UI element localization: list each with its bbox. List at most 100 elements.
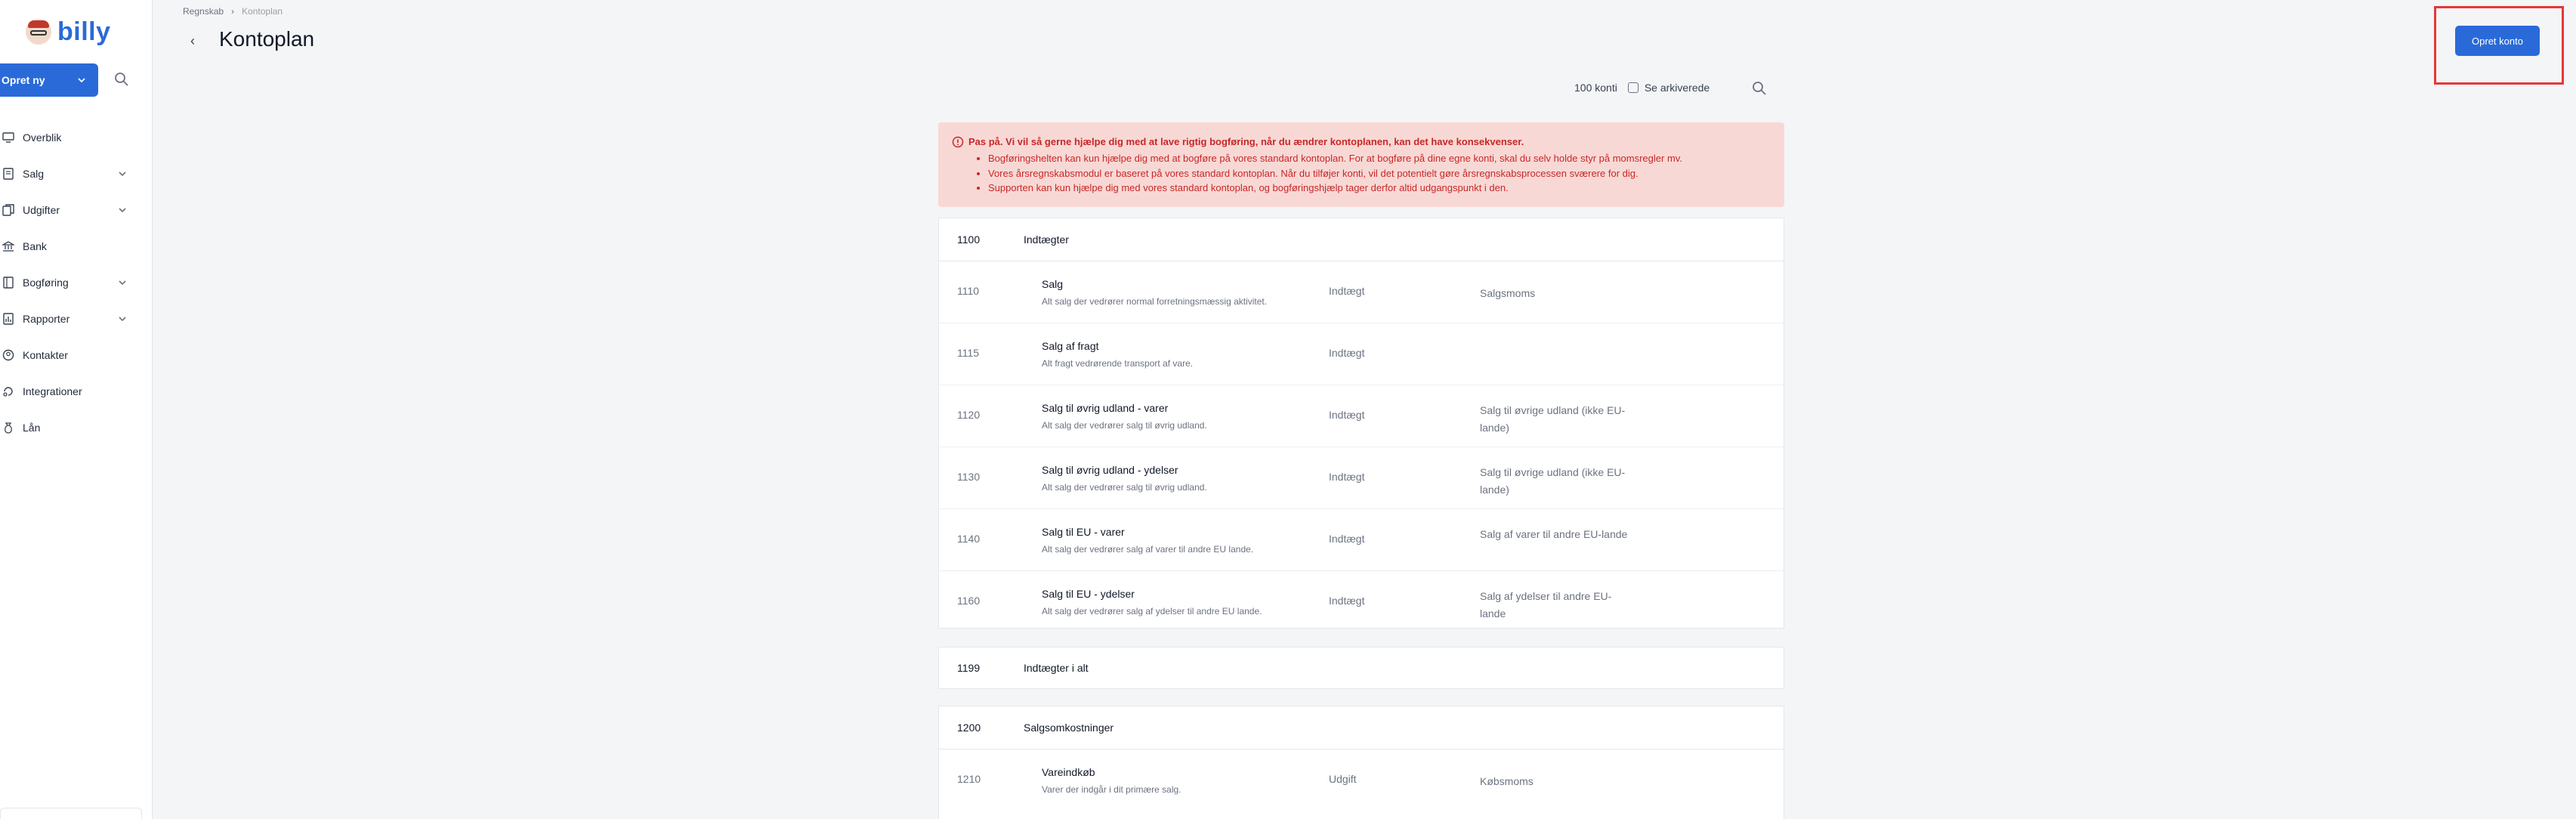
account-vat: Salg til øvrige udland (ikke EU-lande)	[1480, 404, 1626, 434]
chevron-down-icon	[119, 317, 126, 322]
sidebar-item-bogforing[interactable]: Bogføring	[0, 264, 153, 301]
loan-icon	[2, 421, 15, 434]
account-count: 100 konti	[1574, 82, 1617, 94]
sidebar-item-label: Rapporter	[23, 313, 70, 325]
search-icon[interactable]	[113, 71, 130, 88]
back-arrow-icon[interactable]: ‹	[190, 33, 195, 49]
group-name: Salgsomkostninger	[1024, 722, 1114, 734]
account-name: Salg til øvrig udland - varer	[1042, 402, 1169, 414]
table-row[interactable]: 1140 Salg til EU - varer Alt salg der ve…	[939, 509, 1784, 571]
group-header[interactable]: 1200 Salgsomkostninger	[939, 706, 1784, 749]
table-row[interactable]: 1160 Salg til EU - ydelser Alt salg der …	[939, 571, 1784, 632]
sidebar-item-salg[interactable]: Salg	[0, 156, 153, 192]
account-description: Alt salg der vedrører salg til øvrig udl…	[1042, 420, 1207, 431]
account-name: Salg til EU - ydelser	[1042, 588, 1135, 600]
account-description: Alt salg der vedrører normal forretnings…	[1042, 296, 1268, 307]
account-number: 1115	[957, 347, 980, 359]
breadcrumb-item-regnskab[interactable]: Regnskab	[183, 6, 224, 17]
sidebar-item-rapporter[interactable]: Rapporter	[0, 301, 153, 337]
account-vat: Salg af ydelser til andre EU-lande	[1480, 590, 1612, 620]
account-description: Alt salg der vedrører salg af ydelser ti…	[1042, 606, 1262, 617]
sidebar-item-label: Lån	[23, 422, 41, 434]
logo-text: billy	[57, 17, 111, 46]
account-vat: Salg af varer til andre EU-lande	[1480, 528, 1628, 540]
sidebar-item-label: Bogføring	[23, 277, 69, 289]
sidebar-item-bank[interactable]: Bank	[0, 228, 153, 264]
account-type: Indtægt	[1329, 347, 1365, 359]
sidebar-item-label: Bank	[23, 240, 47, 252]
report-icon	[2, 312, 15, 326]
group-name: Indtægter	[1024, 233, 1069, 246]
create-new-label: Opret ny	[2, 74, 45, 86]
account-type: Indtægt	[1329, 409, 1365, 421]
bank-icon	[2, 240, 15, 253]
sidebar-item-integrationer[interactable]: Integrationer	[0, 373, 153, 410]
account-description: Alt salg der vedrører salg til øvrig udl…	[1042, 482, 1207, 493]
ledger-icon	[2, 276, 15, 289]
highlight-annotation	[2434, 6, 2564, 85]
list-toolbar: 100 konti Se arkiverede	[1574, 82, 1710, 94]
account-type: Indtægt	[1329, 595, 1365, 607]
account-vat: Salg til øvrige udland (ikke EU-lande)	[1480, 466, 1626, 496]
sidebar-item-label: Salg	[23, 168, 45, 180]
create-new-button[interactable]: Opret ny	[0, 63, 98, 97]
table-row[interactable]: 1120 Salg til øvrig udland - varer Alt s…	[939, 385, 1784, 447]
group-header[interactable]: 1199 Indtægter i alt	[939, 647, 1784, 688]
account-vat: Købsmoms	[1480, 775, 1534, 787]
breadcrumb-item-current: Kontoplan	[242, 6, 283, 17]
account-type: Indtægt	[1329, 285, 1365, 297]
account-description: Alt fragt vedrørende transport af vare.	[1042, 358, 1194, 369]
chevron-down-icon	[119, 280, 126, 286]
alert-bullet: Supporten kan kun hjælpe dig med vores s…	[988, 181, 1769, 196]
account-type: Indtægt	[1329, 471, 1365, 483]
logo[interactable]: billy	[26, 17, 111, 47]
account-name: Vareindkøb	[1042, 766, 1095, 778]
sidebar-item-label: Integrationer	[23, 385, 82, 397]
sidebar-item-lan[interactable]: Lån	[0, 410, 153, 446]
account-name: Salg til øvrig udland - ydelser	[1042, 464, 1178, 476]
sidebar-item-overblik[interactable]: Overblik	[0, 119, 153, 156]
search-icon[interactable]	[1751, 80, 1768, 97]
account-number: 1160	[957, 595, 981, 607]
account-name: Salg af fragt	[1042, 340, 1099, 352]
group-number: 1200	[957, 722, 981, 734]
group-number: 1100	[957, 233, 981, 246]
alert-bullet: Bogføringshelten kan kun hjælpe dig med …	[988, 151, 1769, 166]
sidebar-footer	[0, 808, 142, 819]
account-type: Udgift	[1329, 773, 1357, 785]
show-archived-label[interactable]: Se arkiverede	[1645, 82, 1710, 94]
group-header[interactable]: 1100 Indtægter	[939, 218, 1784, 261]
sidebar-item-kontakter[interactable]: Kontakter	[0, 337, 153, 373]
alert-title: Pas på. Vi vil så gerne hjælpe dig med a…	[968, 136, 1524, 147]
contacts-icon	[2, 348, 15, 362]
sidebar-item-udgifter[interactable]: Udgifter	[0, 192, 153, 228]
account-group-indtaegter: 1100 Indtægter 1110 Salg Alt salg der ve…	[938, 218, 1784, 629]
chevron-down-icon	[119, 172, 126, 177]
group-number: 1199	[957, 662, 981, 674]
table-row[interactable]: 1210 Vareindkøb Varer der indgår i dit p…	[939, 749, 1784, 811]
receipt-icon	[2, 167, 15, 181]
monitor-icon	[2, 131, 15, 144]
sidebar: billy Opret ny Overblik Salg Udgifter Ba…	[0, 0, 153, 819]
warning-alert: Pas på. Vi vil så gerne hjælpe dig med a…	[938, 122, 1784, 207]
breadcrumb-separator-icon: ›	[231, 6, 235, 17]
integrations-icon	[2, 385, 15, 398]
account-number: 1140	[957, 533, 981, 545]
alert-bullet: Vores årsregnskabsmodul er baseret på vo…	[988, 166, 1769, 181]
mascot-icon	[26, 19, 51, 45]
table-row[interactable]: 1130 Salg til øvrig udland - ydelser Alt…	[939, 447, 1784, 509]
documents-icon	[2, 203, 15, 217]
table-row[interactable]: 1115 Salg af fragt Alt fragt vedrørende …	[939, 323, 1784, 385]
account-type: Indtægt	[1329, 533, 1365, 545]
account-description: Alt salg der vedrører salg af varer til …	[1042, 544, 1254, 555]
alert-list: Bogføringshelten kan kun hjælpe dig med …	[968, 151, 1769, 196]
account-group-salgsomkostninger: 1200 Salgsomkostninger 1210 Vareindkøb V…	[938, 706, 1784, 819]
show-archived-checkbox[interactable]	[1627, 82, 1639, 93]
account-description: Varer der indgår i dit primære salg.	[1042, 784, 1181, 795]
chevron-down-icon	[78, 78, 85, 83]
account-group-total: 1199 Indtægter i alt	[938, 647, 1784, 689]
breadcrumb: Regnskab › Kontoplan	[183, 6, 283, 17]
page-title: Kontoplan	[219, 27, 315, 51]
table-row[interactable]: 1110 Salg Alt salg der vedrører normal f…	[939, 261, 1784, 323]
account-number: 1210	[957, 773, 981, 785]
